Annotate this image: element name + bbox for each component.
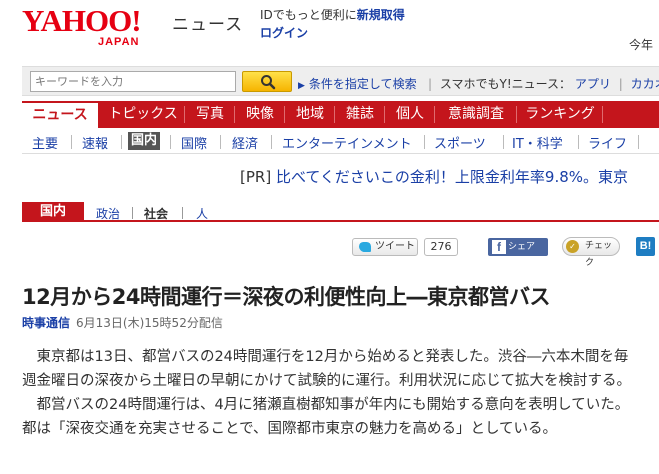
login-message: IDでもっと便利に新規取得 [260,6,405,23]
facebook-share-button[interactable]: f シェア [488,238,548,256]
subnav-item-breaking[interactable]: 速報 [82,133,108,152]
subnav-separator [503,135,504,149]
advanced-search-label: 条件を指定して検索 [308,77,417,91]
article-line: 都営バスの24時間運行は、4月に猪瀬直樹都知事が年内にも開始する意向を表明してい… [22,397,630,413]
header: YAHOO! JAPAN ニュース IDでもっと便利に新規取得 ログイン 今年 [0,0,659,62]
category-crumb-society[interactable]: 社会 [144,205,168,222]
search-icon [261,75,276,90]
advanced-search-link[interactable]: ▶ 条件を指定して検索 [298,75,417,92]
article-line: 週金曜日の深夜から土曜日の早朝にかけて試験的に運行。利用状況に応じて拡大を検討す… [22,373,631,389]
article-headline: 12月から24時間運行＝深夜の利便性向上―東京都営バス [22,285,550,309]
hatena-bookmark-button[interactable]: B! [636,237,655,256]
subnav-item-sports[interactable]: スポーツ [434,133,486,152]
category-label[interactable]: 国内 [22,202,84,222]
check-icon: ✓ [566,240,579,253]
article-byline: 時事通信 6月13日(木)15時52分配信 [22,314,223,331]
article-datetime: 6月13日(木)15時52分配信 [76,316,223,330]
smartphone-label: スマホでもY!ニュース： [439,77,572,91]
kakao-link[interactable]: カカオ [631,77,659,91]
separator: | [428,77,433,91]
sub-nav: 主要 速報 国内 国際 経済 エンターテインメント スポーツ IT・科学 ライフ [22,130,659,154]
tab-separator [184,106,185,123]
subnav-separator [220,135,221,149]
pr-tag: [PR] [240,168,272,186]
today-text: 今年 [629,38,654,52]
pr-text: 比べてくださいこの金利！上限金利年率9.8%。東京 [275,168,629,186]
login-message-prefix: IDでもっと便利に [260,8,357,22]
tab-separator [602,106,603,123]
tweet-button[interactable]: ツイート [352,238,418,256]
article-line: 都は「深夜交通を充実させることで、国際都市東京の魅力を高める」としている。 [22,421,558,437]
subnav-item-entertainment[interactable]: エンターテインメント [282,133,412,152]
tab-news[interactable]: ニュース [22,101,98,129]
tweet-label: ツイート [375,241,415,252]
logo-sub: JAPAN [98,36,140,48]
subnav-separator [424,135,425,149]
subnav-separator [638,135,639,149]
article-body: 東京都は13日、都営バスの24時間運行を12月から始めると発表した。渋谷―六本木… [22,345,659,441]
tab-individual[interactable]: 個人 [388,101,432,128]
search-button[interactable] [242,71,292,92]
category-crumb-people[interactable]: 人 [196,205,208,222]
logo-main: YAHOO! [22,3,142,38]
separator: | [618,77,623,91]
tab-photos[interactable]: 写真 [188,101,232,128]
yahoo-japan-logo[interactable]: YAHOO! JAPAN [22,3,172,49]
tab-separator [234,106,235,123]
search-bar: ▶条件を指定して検索 | スマホでもY!ニュース： アプリ | カカオ [22,66,659,96]
subnav-separator [578,135,579,149]
login-link[interactable]: ログイン [260,24,308,41]
smartphone-links: | スマホでもY!ニュース： アプリ | カカオ [424,75,659,92]
main-nav: ニュース トピックス 写真 映像 地域 雑誌 個人 意識調査 ランキング [22,101,659,129]
tab-separator [284,106,285,123]
subnav-separator [170,135,171,149]
tab-survey[interactable]: 意識調査 [438,101,514,128]
check-button[interactable]: ✓ チェック [562,237,620,268]
tab-video[interactable]: 映像 [238,101,282,128]
category-crumb-politics[interactable]: 政治 [96,205,120,222]
tab-region[interactable]: 地域 [288,101,332,128]
article-source[interactable]: 時事通信 [22,316,70,330]
tab-separator [516,106,517,123]
subnav-item-it-science[interactable]: IT・科学 [512,133,563,152]
article-line: 東京都は13日、都営バスの24時間運行を12月から始めると発表した。渋谷―六本木… [22,349,629,365]
tab-ranking[interactable]: ランキング [520,101,600,128]
facebook-icon: f [492,240,506,254]
share-label: シェア [508,242,536,252]
category-bar: 国内 政治 社会 人 [22,202,659,222]
subnav-item-life[interactable]: ライフ [588,133,627,152]
subnav-item-international[interactable]: 国際 [181,133,207,152]
subnav-item-economy[interactable]: 経済 [232,133,258,152]
tab-separator [334,106,335,123]
crumb-separator [132,207,133,219]
crumb-separator [182,207,183,219]
subnav-item-domestic[interactable]: 国内 [128,132,161,150]
subnav-separator [71,135,72,149]
service-name[interactable]: ニュース [172,10,243,35]
register-link[interactable]: 新規取得 [357,8,405,22]
tab-separator [434,106,435,123]
subnav-separator [121,135,122,149]
tweet-count: 276 [424,238,458,256]
search-input[interactable] [30,71,236,92]
tab-separator [384,106,385,123]
subnav-separator [271,135,272,149]
subnav-item-main[interactable]: 主要 [32,133,58,152]
triangle-right-icon: ▶ [298,81,305,91]
pr-banner[interactable]: [PR] 比べてくださいこの金利！上限金利年率9.8%。東京 [240,166,628,187]
twitter-bird-icon [359,242,371,252]
check-label: チェック [585,241,613,268]
tab-topics[interactable]: トピックス [104,101,182,128]
tab-magazines[interactable]: 雑誌 [338,101,382,128]
app-link[interactable]: アプリ [575,77,611,91]
